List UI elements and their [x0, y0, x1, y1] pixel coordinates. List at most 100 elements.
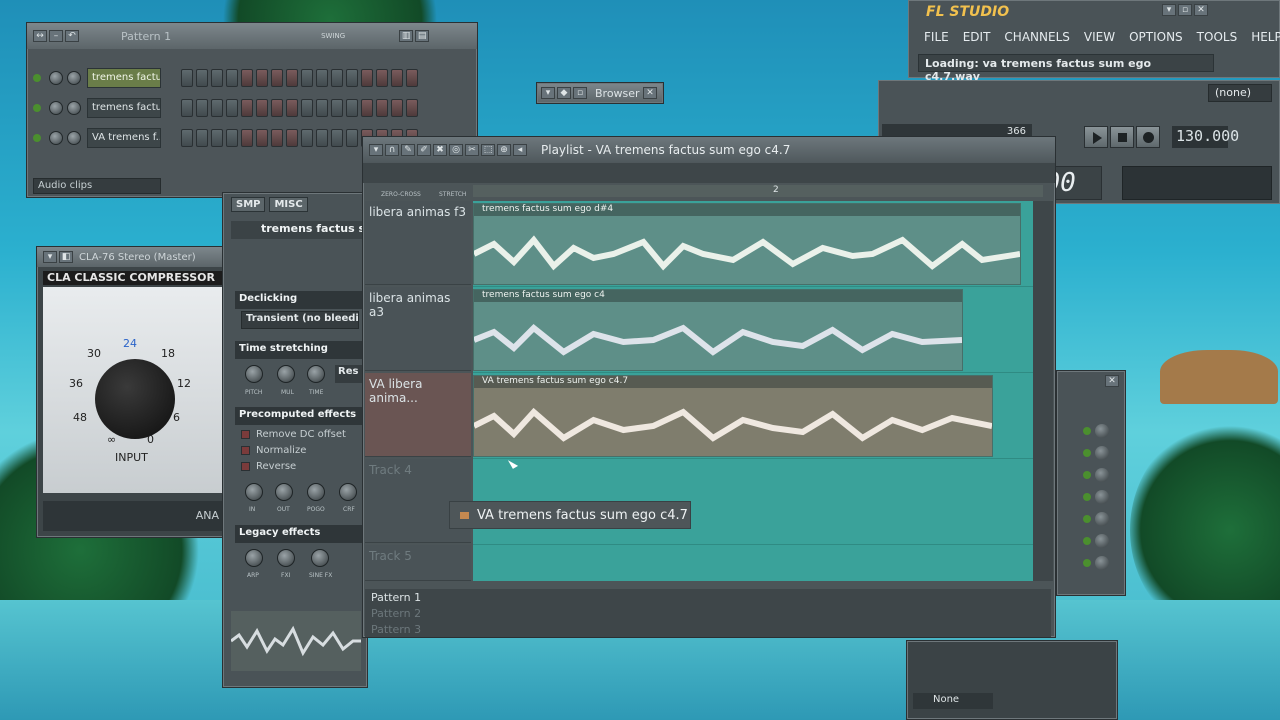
send-knob[interactable] [1095, 512, 1109, 526]
mute-icon[interactable]: ◎ [449, 144, 463, 156]
step[interactable] [286, 69, 298, 87]
zero-cross-toggle[interactable]: ZERO-CROSS [381, 191, 421, 198]
sine-fx-knob[interactable] [311, 549, 329, 567]
speaker-icon[interactable]: ◂ [513, 144, 527, 156]
track-header[interactable]: VA libera anima... [365, 373, 471, 457]
stretch-mode-dropdown[interactable]: Res [335, 365, 365, 383]
in-knob[interactable] [245, 483, 263, 501]
step[interactable] [271, 99, 283, 117]
step[interactable] [316, 129, 328, 147]
step[interactable] [301, 69, 313, 87]
step[interactable] [346, 99, 358, 117]
pin-icon[interactable]: ◆ [557, 87, 571, 99]
arrow-icon[interactable]: ▾ [541, 87, 555, 99]
delete-icon[interactable]: ✖ [433, 144, 447, 156]
step[interactable] [241, 99, 253, 117]
send-knob[interactable] [1095, 424, 1109, 438]
close-icon[interactable]: ✕ [1194, 4, 1208, 16]
step[interactable] [196, 69, 208, 87]
stretch-toggle[interactable]: STRETCH [439, 191, 466, 198]
pitch-knob[interactable] [245, 365, 263, 383]
mul-knob[interactable] [277, 365, 295, 383]
step[interactable] [181, 99, 193, 117]
step[interactable] [271, 129, 283, 147]
fxi-knob[interactable] [277, 549, 295, 567]
plugin-icon[interactable]: ◧ [59, 251, 73, 263]
insert-led[interactable] [1083, 537, 1091, 545]
step[interactable] [331, 129, 343, 147]
step[interactable] [301, 99, 313, 117]
insert-led[interactable] [1083, 427, 1091, 435]
step[interactable] [211, 129, 223, 147]
insert-led[interactable] [1083, 493, 1091, 501]
step[interactable] [271, 69, 283, 87]
menu-options[interactable]: OPTIONS [1127, 28, 1185, 46]
tab-misc[interactable]: MISC [269, 197, 308, 212]
step[interactable] [196, 99, 208, 117]
menu-edit[interactable]: EDIT [961, 28, 993, 46]
send-knob[interactable] [1095, 534, 1109, 548]
step[interactable] [226, 69, 238, 87]
pogo-knob[interactable] [307, 483, 325, 501]
step[interactable] [376, 99, 388, 117]
play-button[interactable] [1084, 126, 1108, 148]
step[interactable] [286, 129, 298, 147]
minimize-icon[interactable]: ▾ [1162, 4, 1176, 16]
menu-tools[interactable]: TOOLS [1195, 28, 1240, 46]
output-dropdown[interactable]: None [913, 693, 993, 709]
preset-dropdown[interactable]: (none) [1208, 84, 1272, 102]
insert-led[interactable] [1083, 449, 1091, 457]
audio-clip[interactable]: VA tremens factus sum ego c4.7 [473, 375, 993, 457]
insert-led[interactable] [1083, 515, 1091, 523]
step[interactable] [256, 129, 268, 147]
tab-smp[interactable]: SMP [231, 197, 266, 212]
reverse-checkbox[interactable]: Reverse [241, 461, 296, 472]
normalize-checkbox[interactable]: Normalize [241, 445, 306, 456]
step[interactable] [241, 129, 253, 147]
menu-channels[interactable]: CHANNELS [1002, 28, 1071, 46]
vertical-scrollbar[interactable] [1033, 201, 1053, 581]
channel-name-button[interactable]: tremens factu... [87, 68, 161, 88]
input-dial[interactable] [95, 359, 175, 439]
menu-file[interactable]: FILE [922, 28, 951, 46]
step[interactable] [301, 129, 313, 147]
menu-help[interactable]: HELP [1249, 28, 1280, 46]
insert-led[interactable] [1083, 559, 1091, 567]
magnet-icon[interactable]: ∩ [385, 144, 399, 156]
step[interactable] [406, 69, 418, 87]
volume-knob[interactable] [67, 71, 81, 85]
step[interactable] [391, 69, 403, 87]
step[interactable] [361, 99, 373, 117]
step[interactable] [346, 69, 358, 87]
checkbox-box[interactable] [241, 446, 250, 455]
audio-clip[interactable]: tremens factus sum ego c4 [473, 289, 963, 371]
step[interactable] [346, 129, 358, 147]
step[interactable] [376, 69, 388, 87]
step[interactable] [181, 69, 193, 87]
brush-icon[interactable]: ✐ [417, 144, 431, 156]
checkbox-box[interactable] [241, 430, 250, 439]
pattern-item[interactable]: Pattern 1 [367, 591, 471, 606]
menu-view[interactable]: VIEW [1082, 28, 1117, 46]
menu-arrow-icon[interactable]: ▾ [369, 144, 383, 156]
restore-icon[interactable]: ▫ [573, 87, 587, 99]
volume-knob[interactable] [67, 131, 81, 145]
track-header[interactable]: libera animas f3 [365, 201, 471, 285]
pan-knob[interactable] [49, 101, 63, 115]
step[interactable] [391, 99, 403, 117]
track-header[interactable]: libera animas a3 [365, 287, 471, 371]
time-knob[interactable] [307, 365, 325, 383]
menu-arrow-icon[interactable]: ▾ [43, 251, 57, 263]
step[interactable] [211, 69, 223, 87]
step[interactable] [181, 129, 193, 147]
step[interactable] [226, 129, 238, 147]
select-icon[interactable]: ⬚ [481, 144, 495, 156]
channel-led[interactable] [33, 104, 41, 112]
channel-name-button[interactable]: tremens factu... [87, 98, 161, 118]
channel-led[interactable] [33, 134, 41, 142]
step[interactable] [331, 69, 343, 87]
remove-dc-checkbox[interactable]: Remove DC offset [241, 429, 346, 440]
close-icon[interactable]: ✕ [1105, 375, 1119, 387]
pattern-item[interactable]: Pattern 2 [367, 607, 471, 622]
step[interactable] [331, 99, 343, 117]
